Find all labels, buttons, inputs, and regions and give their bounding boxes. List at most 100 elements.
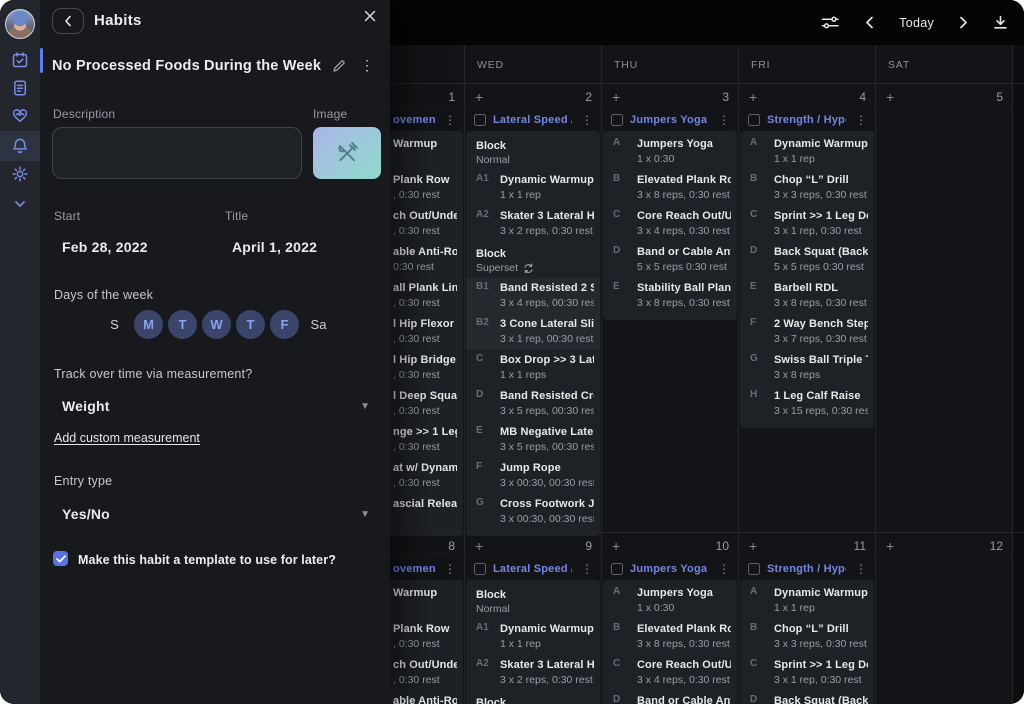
date-number: 8	[448, 539, 455, 553]
day-toggle-T-4[interactable]: T	[236, 310, 265, 339]
workout-checkbox[interactable]	[748, 114, 760, 126]
add-workout-plus-button[interactable]: +	[475, 540, 483, 552]
workout-checkbox[interactable]	[611, 563, 623, 575]
exercise-row[interactable]: CSprint >> 1 Leg Declarations3 x 1 rep, …	[740, 655, 874, 691]
edit-pencil-icon[interactable]	[332, 59, 346, 73]
exercise-row[interactable]: GSwiss Ball Triple Threat3 x 8 reps	[740, 350, 874, 386]
exercise-row[interactable]: BChop “L” Drill3 x 3 reps, 0:30 rest	[740, 619, 874, 655]
exercise-row[interactable]: A1Dynamic Warmup1 x 1 rep	[466, 619, 600, 655]
add-workout-plus-button[interactable]: +	[612, 540, 620, 552]
exercise-row[interactable]: EBarbell RDL3 x 8 reps, 0:30 rest	[740, 278, 874, 314]
workout-title-link[interactable]: Strength / Hypertro...	[767, 563, 846, 575]
day-toggle-S-0[interactable]: S	[100, 310, 129, 339]
day-toggle-Sa-6[interactable]: Sa	[304, 310, 333, 339]
exercise-row[interactable]: DBand or Cable Anti Rotati...5 x 5 reps …	[603, 691, 737, 704]
measurement-select-chevron-icon[interactable]: ▼	[360, 401, 370, 412]
measurement-select-value[interactable]: Weight	[62, 398, 110, 414]
exercise-row[interactable]: BChop “L” Drill3 x 3 reps, 0:30 rest	[740, 170, 874, 206]
description-input[interactable]	[52, 127, 302, 179]
workout-menu-kebab-icon[interactable]: ⋮	[579, 114, 595, 126]
entry-type-select-chevron-icon[interactable]: ▼	[360, 509, 370, 520]
add-workout-plus-button[interactable]: +	[886, 91, 894, 103]
day-toggle-T-2[interactable]: T	[168, 310, 197, 339]
exercise-sets-reps: 1 x 0:30	[637, 601, 731, 616]
day-toggle-F-5[interactable]: F	[270, 310, 299, 339]
back-button[interactable]	[52, 8, 84, 34]
workout-menu-kebab-icon[interactable]: ⋮	[442, 114, 458, 126]
close-icon[interactable]	[364, 10, 376, 22]
exercise-row[interactable]: EStability Ball Plank Linear ...3 x 8 re…	[603, 278, 737, 314]
add-workout-plus-button[interactable]: +	[749, 540, 757, 552]
end-date-value[interactable]: April 1, 2022	[232, 239, 317, 255]
exercise-row[interactable]: BElevated Plank Row3 x 8 reps, 0:30 rest	[603, 170, 737, 206]
exercise-letter: A	[750, 137, 757, 148]
exercise-row[interactable]: CCore Reach Out/Under3 x 4 reps, 0:30 re…	[603, 206, 737, 242]
exercise-row[interactable]: AJumpers Yoga1 x 0:30	[603, 583, 737, 619]
exercise-row[interactable]: AJumpers Yoga1 x 0:30	[603, 134, 737, 170]
bell-icon[interactable]	[10, 136, 30, 156]
workout-menu-kebab-icon[interactable]: ⋮	[716, 563, 732, 575]
exercise-row[interactable]: BElevated Plank Row3 x 8 reps, 0:30 rest	[603, 619, 737, 655]
exercise-row[interactable]: F2 Way Bench Step Up3 x 7 reps, 0:30 res…	[740, 314, 874, 350]
add-workout-plus-button[interactable]: +	[612, 91, 620, 103]
workout-title-link[interactable]: ovement Q...	[393, 114, 435, 126]
entry-type-select-value[interactable]: Yes/No	[62, 506, 110, 522]
avatar[interactable]	[5, 9, 35, 39]
habit-menu-kebab-icon[interactable]: ⋮	[356, 57, 378, 74]
heart-pulse-icon[interactable]	[10, 105, 30, 125]
workout-card: Lateral Speed / Plyo⋮BlockNormalA1Dynami…	[466, 108, 600, 536]
settings-gear-icon[interactable]	[10, 164, 30, 184]
workout-title-link[interactable]: Lateral Speed / Plyo	[493, 114, 572, 126]
exercise-row[interactable]: H1 Leg Calf Raise3 x 15 reps, 0:30 rest	[740, 386, 874, 422]
exercise-row[interactable]: FJump Rope3 x 00:30, 00:30 rest	[466, 458, 600, 494]
workout-title-link[interactable]: ovement Q...	[393, 563, 435, 575]
notes-icon[interactable]	[10, 78, 30, 98]
exercise-row[interactable]: B23 Cone Lateral Slide3 x 1 rep, 00:30 r…	[466, 314, 600, 350]
workout-menu-kebab-icon[interactable]: ⋮	[853, 563, 869, 575]
exercise-row[interactable]: CBox Drop >> 3 Lateral H...1 x 1 reps	[466, 350, 600, 386]
exercise-row[interactable]: CSprint >> 1 Leg Declarations3 x 1 rep, …	[740, 206, 874, 242]
exercise-row[interactable]: DBand or Cable Anti Rotati...5 x 5 reps …	[603, 242, 737, 278]
exercise-letter: B	[613, 622, 620, 633]
exercise-row[interactable]: CCore Reach Out/Under3 x 4 reps, 0:30 re…	[603, 655, 737, 691]
workout-menu-kebab-icon[interactable]: ⋮	[579, 563, 595, 575]
template-checkbox[interactable]	[53, 551, 68, 566]
workout-checkbox[interactable]	[748, 563, 760, 575]
workout-menu-kebab-icon[interactable]: ⋮	[853, 114, 869, 126]
start-date-value[interactable]: Feb 28, 2022	[62, 239, 148, 255]
workout-title-link[interactable]: Lateral Speed / Plyo	[493, 563, 572, 575]
add-workout-plus-button[interactable]: +	[475, 91, 483, 103]
prev-week-chevron-icon[interactable]	[865, 16, 874, 29]
exercise-row[interactable]: A2Skater 3 Lateral Hops >> ...3 x 2 reps…	[466, 655, 600, 691]
next-week-chevron-icon[interactable]	[959, 16, 968, 29]
workout-menu-kebab-icon[interactable]: ⋮	[716, 114, 732, 126]
chevron-down-icon[interactable]	[10, 194, 30, 214]
exercise-row[interactable]: EMB Negative Lateral Hop...3 x 5 reps, 0…	[466, 422, 600, 458]
habit-image-thumbnail[interactable]	[313, 127, 381, 179]
exercise-row[interactable]: GCross Footwork Jump Rope3 x 00:30, 00:3…	[466, 494, 600, 530]
calendar-check-icon[interactable]	[10, 50, 30, 70]
day-toggle-M-1[interactable]: M	[134, 310, 163, 339]
add-custom-measurement-link[interactable]: Add custom measurement	[54, 431, 200, 445]
exercise-row[interactable]: DBand Resisted Crossover...3 x 5 reps, 0…	[466, 386, 600, 422]
exercise-row[interactable]: DBack Squat (Back Off Set)5 x 5 reps 0:3…	[740, 242, 874, 278]
exercise-row[interactable]: A2Skater 3 Lateral Hops >> ...3 x 2 reps…	[466, 206, 600, 242]
exercise-row[interactable]: ADynamic Warmup1 x 1 rep	[740, 583, 874, 619]
workout-title-link[interactable]: Strength / Hypertro...	[767, 114, 846, 126]
exercise-row[interactable]: B1Band Resisted 2 Step Late...3 x 4 reps…	[466, 278, 600, 314]
workout-title-link[interactable]: Jumpers Yoga / Core	[630, 114, 709, 126]
exercise-row[interactable]: A1Dynamic Warmup1 x 1 rep	[466, 170, 600, 206]
workout-checkbox[interactable]	[611, 114, 623, 126]
add-workout-plus-button[interactable]: +	[749, 91, 757, 103]
exercise-row[interactable]: ADynamic Warmup1 x 1 rep	[740, 134, 874, 170]
add-workout-plus-button[interactable]: +	[886, 540, 894, 552]
today-button[interactable]: Today	[899, 16, 934, 30]
workout-menu-kebab-icon[interactable]: ⋮	[442, 563, 458, 575]
exercise-row[interactable]: DBack Squat (Back Off Set)5 x 5 reps 0:3…	[740, 691, 874, 704]
workout-checkbox[interactable]	[474, 563, 486, 575]
workout-checkbox[interactable]	[474, 114, 486, 126]
workout-title-link[interactable]: Jumpers Yoga / Core	[630, 563, 709, 575]
filter-sliders-icon[interactable]	[821, 15, 840, 30]
day-toggle-W-3[interactable]: W	[202, 310, 231, 339]
download-icon[interactable]	[993, 15, 1008, 30]
